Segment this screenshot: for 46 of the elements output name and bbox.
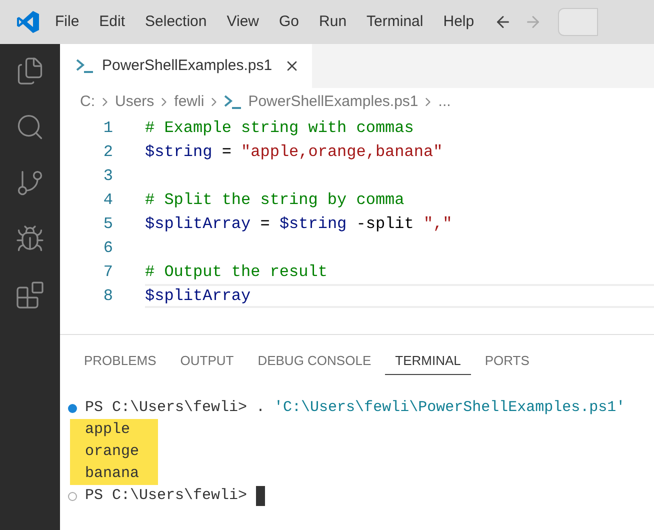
menu-item[interactable]: Help bbox=[433, 10, 484, 34]
panel-tab[interactable]: PROBLEMS bbox=[74, 347, 166, 375]
menu-item[interactable]: Selection bbox=[135, 10, 217, 34]
menu-item[interactable]: Run bbox=[309, 10, 357, 34]
panel-tab[interactable]: PORTS bbox=[474, 347, 540, 375]
breadcrumb-item[interactable]: Users bbox=[115, 90, 154, 114]
vscode-logo-icon bbox=[16, 10, 40, 34]
line-number: 8 bbox=[102, 286, 113, 307]
breadcrumb-item[interactable]: PowerShellExamples.ps1 bbox=[248, 90, 418, 114]
code-line: $splitArray bbox=[145, 286, 251, 307]
menu-item[interactable]: Terminal bbox=[356, 10, 434, 34]
menu-item[interactable]: Edit bbox=[89, 10, 136, 34]
panel-tab[interactable]: OUTPUT bbox=[170, 347, 244, 375]
breadcrumb-item[interactable]: fewli bbox=[174, 90, 204, 114]
line-number: 3 bbox=[102, 166, 113, 187]
panel-tab[interactable]: TERMINAL bbox=[385, 347, 471, 375]
terminal-prompt-icon bbox=[224, 95, 242, 109]
panel-tab[interactable]: DEBUG CONSOLE bbox=[248, 347, 382, 375]
run-debug-icon[interactable] bbox=[15, 224, 45, 254]
code-line: $string = "apple,orange,banana" bbox=[145, 142, 443, 163]
breadcrumb-item[interactable]: ... bbox=[438, 90, 451, 114]
code-line: $splitArray = $string -split "," bbox=[145, 214, 452, 235]
search-icon[interactable] bbox=[15, 112, 45, 142]
terminal-output: apple bbox=[85, 421, 130, 438]
terminal-line: PS C:\Users\fewli> . 'C:\Users\fewli\PowerShellExamples.ps1' bbox=[85, 398, 626, 418]
code-line: # Example string with commas bbox=[145, 118, 414, 139]
line-number: 7 bbox=[102, 262, 113, 283]
extensions-icon[interactable] bbox=[15, 280, 45, 310]
code-line: # Output the result bbox=[145, 262, 328, 283]
breadcrumb-item[interactable]: C: bbox=[80, 90, 95, 114]
terminal-prompt-icon bbox=[76, 59, 94, 73]
line-number: 6 bbox=[102, 238, 113, 259]
files-icon[interactable] bbox=[15, 56, 45, 86]
line-number: 1 bbox=[102, 118, 113, 139]
terminal-output: orange bbox=[85, 443, 140, 460]
source-control-icon[interactable] bbox=[15, 168, 45, 198]
line-number: 5 bbox=[102, 214, 113, 235]
menu-item[interactable]: File bbox=[45, 10, 90, 34]
line-number: 4 bbox=[102, 190, 113, 211]
terminal-line: PS C:\Users\fewli> bbox=[85, 486, 248, 506]
code-line: # Split the string by comma bbox=[145, 190, 404, 211]
editor-tab[interactable]: PowerShellExamples.ps1 bbox=[60, 44, 312, 88]
terminal-output: banana bbox=[85, 465, 140, 482]
menu-item[interactable]: View bbox=[216, 10, 269, 34]
line-number: 2 bbox=[102, 142, 113, 163]
menu-item[interactable]: Go bbox=[269, 10, 310, 34]
